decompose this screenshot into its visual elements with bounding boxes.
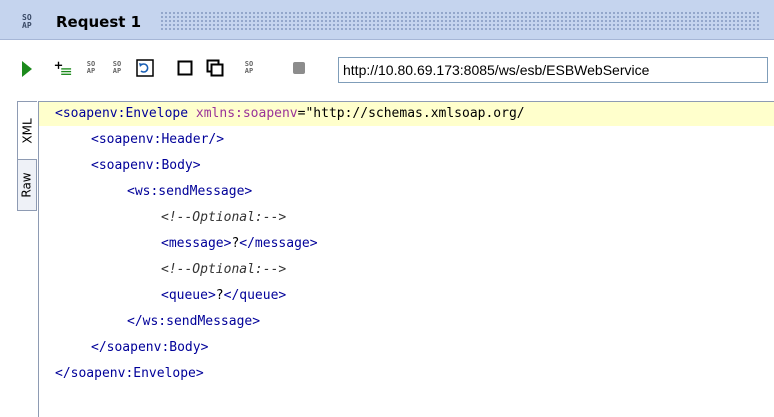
code-line: </soapenv:Envelope> xyxy=(55,362,204,386)
code-line: <!--Optional:--> xyxy=(161,258,286,282)
soap-icon: SO AP xyxy=(86,60,96,75)
code-token: <soapenv:Header/> xyxy=(91,132,225,147)
code-token: <!--Optional:--> xyxy=(161,262,287,277)
code-token: </queue> xyxy=(223,288,287,303)
xml-code-editor[interactable]: <soapenv:Envelope xmlns:soapenv="http://… xyxy=(38,101,774,417)
restore-button[interactable] xyxy=(206,59,224,77)
code-token: "http://schemas.xmlsoap.org/ xyxy=(305,106,525,121)
code-token: <queue> xyxy=(161,288,216,303)
endpoint-url-field[interactable]: http://10.80.69.173:8085/ws/esb/ESBWebSe… xyxy=(338,57,768,83)
code-token: <message> xyxy=(161,236,232,251)
code-token: </message> xyxy=(239,236,318,251)
add-header-button[interactable] xyxy=(54,59,72,77)
refresh-button[interactable] xyxy=(136,59,154,77)
window-title: Request 1 xyxy=(56,13,142,31)
stop-icon xyxy=(293,62,305,74)
add-icon xyxy=(54,61,72,75)
code-token: <soapenv:Body> xyxy=(91,158,201,173)
request-titlebar: SO AP Request 1 xyxy=(0,0,774,40)
code-line: <soapenv:Envelope xmlns:soapenv="http://… xyxy=(39,102,774,126)
code-line: <!--Optional:--> xyxy=(161,206,286,230)
code-token: <ws:sendMessage> xyxy=(127,184,253,199)
soap-button-3[interactable]: SO AP xyxy=(240,59,258,77)
code-token: </soapenv:Envelope> xyxy=(55,366,204,381)
soap-button-2[interactable]: SO AP xyxy=(108,59,126,77)
code-line: <soapenv:Header/> xyxy=(91,128,224,152)
code-token: </soapenv:Body> xyxy=(91,340,209,355)
refresh-icon xyxy=(136,59,154,77)
soap-button-1[interactable]: SO AP xyxy=(82,59,100,77)
maximize-button[interactable] xyxy=(176,59,194,77)
code-token: xmlns:soapenv xyxy=(195,106,298,121)
stop-button[interactable] xyxy=(290,59,308,77)
soap-icon: SO AP xyxy=(244,60,254,75)
request-editor: XML Raw <soapenv:Envelope xmlns:soapenv=… xyxy=(0,93,774,417)
submit-request-button[interactable] xyxy=(22,61,32,77)
titlebar-grip[interactable] xyxy=(160,11,760,31)
request-toolbar: SO AP SO AP SO AP http://10.80.69.173:8085/… xyxy=(0,41,774,93)
code-token: </ws:sendMessage> xyxy=(127,314,261,329)
tab-xml-label: XML xyxy=(20,118,35,144)
code-line: <ws:sendMessage> xyxy=(127,180,252,204)
tab-raw[interactable]: Raw xyxy=(17,159,37,211)
tab-raw-label: Raw xyxy=(20,172,34,198)
code-line: <soapenv:Body> xyxy=(91,154,201,178)
code-line: <queue>?</queue> xyxy=(161,284,286,308)
code-line: </ws:sendMessage> xyxy=(127,310,260,334)
soap-request-icon: SO AP xyxy=(22,13,32,30)
code-token: <!--Optional:--> xyxy=(161,210,287,225)
windows-icon xyxy=(206,59,224,77)
code-token: ? xyxy=(215,288,224,303)
tab-xml[interactable]: XML xyxy=(17,101,37,161)
code-token: <soapenv:Envelope xyxy=(55,106,196,121)
soap-icon: SO AP xyxy=(112,60,122,75)
code-line: </soapenv:Body> xyxy=(91,336,208,360)
square-icon xyxy=(177,60,193,76)
code-line: <message>?</message> xyxy=(161,232,318,256)
